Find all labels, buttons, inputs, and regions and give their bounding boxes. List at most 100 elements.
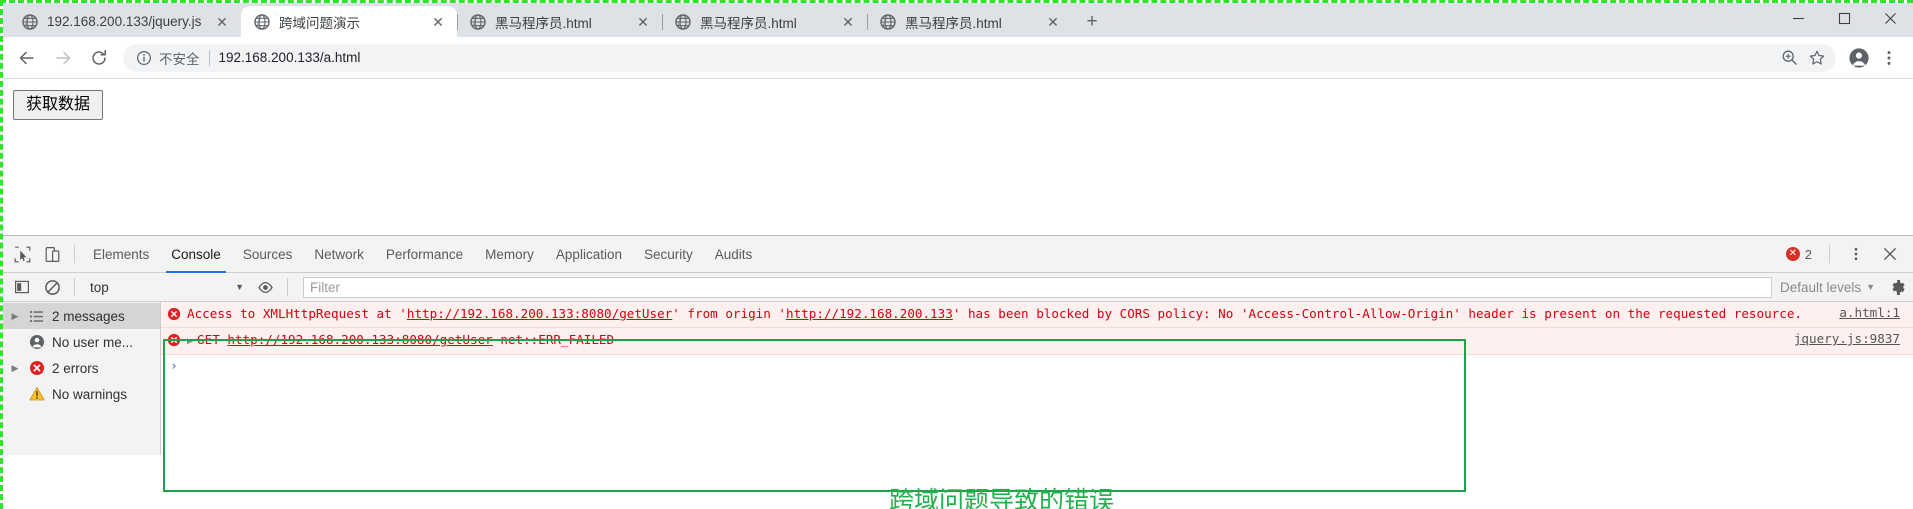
- browser-tab-2[interactable]: 跨域问题演示 ✕: [241, 6, 457, 37]
- devtools-tabbar-right: ✕ 2: [1785, 240, 1913, 268]
- console-body: ▶ 2 messages No user me... ▶ 2 errors No…: [3, 302, 1913, 455]
- reload-icon[interactable]: [81, 40, 117, 76]
- tab-title: 跨域问题演示: [279, 15, 360, 31]
- error-circle-icon: [161, 331, 187, 350]
- browser-tab-3[interactable]: 黑马程序员.html ✕: [457, 6, 662, 37]
- globe-icon: [470, 13, 486, 30]
- warning-triangle-icon: [28, 386, 45, 403]
- error-circle-icon: [28, 360, 45, 377]
- console-sidebar-item-errors[interactable]: ▶ 2 errors: [3, 355, 160, 381]
- devtools-tab-security[interactable]: Security: [633, 236, 704, 273]
- chevron-right-icon[interactable]: ▶: [9, 363, 21, 374]
- url-text[interactable]: 192.168.200.133/a.html: [219, 50, 1771, 65]
- device-toolbar-icon[interactable]: [37, 240, 67, 268]
- console-message-link[interactable]: http://192.168.200.133:8080/getUser: [227, 332, 492, 347]
- annotation-label: 跨域问题导致的错误: [889, 486, 1115, 509]
- console-message-row[interactable]: Access to XMLHttpRequest at 'http://192.…: [161, 302, 1913, 329]
- account-avatar-icon[interactable]: [1844, 43, 1874, 73]
- console-message-link[interactable]: http://192.168.200.133:8080/getUser: [407, 306, 672, 321]
- devtools-tab-audits[interactable]: Audits: [704, 236, 764, 273]
- console-sidebar-item-messages[interactable]: ▶ 2 messages: [3, 303, 160, 329]
- clear-console-icon[interactable]: [37, 273, 67, 301]
- console-levels-label: Default levels: [1780, 279, 1862, 295]
- tab-close-icon[interactable]: ✕: [634, 13, 652, 31]
- msg-part: net::ERR_FAILED: [492, 332, 615, 348]
- tab-title: 黑马程序员.html: [495, 15, 592, 31]
- tab-close-icon[interactable]: ✕: [213, 13, 231, 31]
- browser-tab-5[interactable]: 黑马程序员.html ✕: [867, 6, 1072, 37]
- console-levels-select[interactable]: Default levels ▼: [1780, 280, 1883, 295]
- execution-context-value: top: [90, 279, 109, 295]
- devtools-tab-network[interactable]: Network: [303, 236, 375, 273]
- console-sidebar-label: 2 errors: [52, 360, 99, 376]
- window-close-button[interactable]: [1867, 3, 1913, 34]
- devtools-tab-sources[interactable]: Sources: [232, 236, 304, 273]
- devtools-tab-console[interactable]: Console: [160, 236, 232, 273]
- devtools-tabbar: Elements Console Sources Network Perform…: [3, 236, 1913, 273]
- console-sidebar-label: No warnings: [52, 386, 128, 402]
- devtools-tab-memory[interactable]: Memory: [474, 236, 545, 273]
- window-controls: [1775, 3, 1913, 37]
- inspect-cursor-icon[interactable]: [7, 240, 37, 268]
- console-message-source-link[interactable]: a.html:1: [1839, 305, 1913, 320]
- disclosure-triangle-icon[interactable]: ▶: [187, 336, 197, 347]
- console-message-text: ▶ GET http://192.168.200.133:8080/getUser…: [187, 331, 1794, 350]
- new-tab-button[interactable]: +: [1078, 7, 1106, 35]
- filterbar-divider-2: [287, 278, 288, 296]
- three-dots-vertical-icon[interactable]: [1874, 43, 1904, 73]
- globe-icon: [880, 13, 896, 30]
- console-sidebar-item-user-messages[interactable]: No user me...: [3, 329, 160, 355]
- console-sidebar-item-warnings[interactable]: No warnings: [3, 381, 160, 407]
- back-arrow-icon[interactable]: [9, 40, 45, 76]
- window-maximize-button[interactable]: [1821, 3, 1867, 34]
- devtools-close-icon[interactable]: [1875, 240, 1905, 268]
- devtools-tab-application[interactable]: Application: [545, 236, 633, 273]
- console-filter-bar: top ▼ Filter Default levels ▼: [3, 273, 1913, 302]
- console-filter-input[interactable]: Filter: [303, 276, 1773, 298]
- devtools-tab-elements[interactable]: Elements: [82, 236, 160, 273]
- tab-close-icon[interactable]: ✕: [429, 13, 447, 31]
- error-circle-icon: [161, 305, 187, 323]
- chevron-right-icon[interactable]: ▶: [9, 311, 21, 322]
- error-count-badge[interactable]: ✕ 2: [1785, 247, 1818, 262]
- security-label: 不安全: [159, 51, 200, 67]
- tab-separator: [457, 14, 458, 30]
- msg-part: ' from origin ': [672, 306, 786, 321]
- list-icon: [28, 308, 45, 325]
- console-message-source-link[interactable]: jquery.js:9837: [1794, 331, 1913, 346]
- devtools-tab-performance[interactable]: Performance: [375, 236, 474, 273]
- execution-context-select[interactable]: top ▼: [82, 280, 250, 295]
- zoom-in-icon[interactable]: [1776, 45, 1802, 71]
- console-message-link[interactable]: http://192.168.200.133: [786, 306, 953, 321]
- console-prompt[interactable]: ›: [161, 355, 1913, 379]
- tab-title: 黑马程序员.html: [700, 15, 797, 31]
- info-circle-icon[interactable]: [135, 49, 152, 66]
- gear-icon[interactable]: [1883, 274, 1913, 300]
- console-sidebar-label: 2 messages: [52, 308, 125, 324]
- window-minimize-button[interactable]: [1775, 3, 1821, 34]
- chevron-down-icon: ▼: [235, 282, 244, 292]
- console-sidebar: ▶ 2 messages No user me... ▶ 2 errors No…: [3, 302, 161, 455]
- msg-part: ' has been blocked by CORS policy: No 'A…: [952, 306, 1803, 321]
- devtools-tabbar-divider: [74, 245, 75, 263]
- tab-title: 192.168.200.133/jquery.js: [47, 14, 202, 29]
- fetch-data-button[interactable]: 获取数据: [13, 90, 104, 120]
- console-message-text: Access to XMLHttpRequest at 'http://192.…: [187, 305, 1839, 323]
- msg-part: GET: [197, 332, 228, 348]
- console-message-row[interactable]: ▶ GET http://192.168.200.133:8080/getUser…: [161, 328, 1913, 355]
- star-icon[interactable]: [1804, 45, 1830, 71]
- error-circle-icon: ✕: [1785, 247, 1800, 261]
- browser-toolbar: 不安全 192.168.200.133/a.html: [3, 37, 1913, 79]
- forward-arrow-icon[interactable]: [45, 40, 81, 76]
- filterbar-divider-1: [74, 278, 75, 296]
- address-bar[interactable]: 不安全 192.168.200.133/a.html: [123, 43, 1836, 72]
- browser-tab-1[interactable]: 192.168.200.133/jquery.js ✕: [9, 6, 241, 37]
- console-sidebar-label: No user me...: [52, 334, 134, 350]
- tab-close-icon[interactable]: ✕: [839, 13, 857, 31]
- show-console-sidebar-icon[interactable]: [7, 273, 37, 301]
- omnibox-actions: [1776, 45, 1830, 71]
- tab-close-icon[interactable]: ✕: [1044, 13, 1062, 31]
- browser-tab-4[interactable]: 黑马程序员.html ✕: [662, 6, 867, 37]
- live-expression-icon[interactable]: [250, 273, 280, 301]
- devtools-more-icon[interactable]: [1841, 240, 1871, 268]
